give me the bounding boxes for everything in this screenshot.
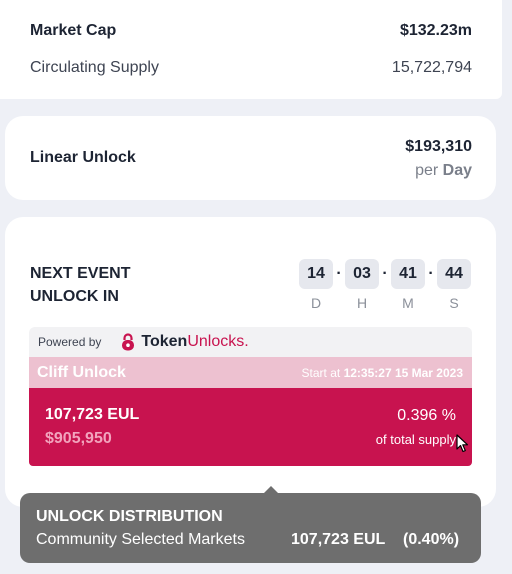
countdown-separator: ·: [428, 265, 434, 282]
next-event-title-line2: UNLOCK IN: [30, 288, 119, 305]
market-cap-label: Market Cap: [30, 22, 117, 39]
countdown-days: 14 D: [299, 259, 333, 311]
tooltip-allocation-name: Community Selected Markets: [36, 531, 245, 548]
powered-by-label: Powered by: [38, 335, 102, 349]
countdown-minutes-label: M: [402, 295, 414, 311]
next-event-title: NEXT EVENT UNLOCK IN: [30, 262, 130, 308]
circulating-supply-value: 15,722,794: [391, 59, 472, 76]
tooltip-allocation-value: 107,723 EUL: [291, 531, 386, 548]
countdown-timer: 14 D · 03 H · 41 M · 44 S: [299, 259, 471, 311]
countdown-minutes: 41 M: [391, 259, 425, 311]
linear-unlock-rate: per Day: [405, 162, 472, 180]
tooltip-title: UNLOCK DISTRIBUTION: [36, 508, 223, 525]
per-prefix: per: [415, 162, 439, 179]
circulating-supply-row: Circulating Supply 15,722,794: [30, 59, 472, 77]
cliff-start-time: Start at 12:35:27 15 Mar 2023: [302, 366, 463, 380]
page-background-edge: [502, 0, 512, 574]
next-event-card: NEXT EVENT UNLOCK IN 14 D · 03 H · 41 M …: [5, 217, 496, 507]
linear-unlock-label: Linear Unlock: [30, 149, 136, 166]
next-event-title-line1: NEXT EVENT: [30, 265, 131, 282]
linear-unlock-card: Linear Unlock $193,310 per Day: [5, 116, 496, 200]
cliff-unlock-bar[interactable]: 107,723 EUL $905,950 0.396 % of total su…: [29, 388, 472, 466]
brand-token: Token: [141, 333, 188, 350]
linear-unlock-value: $193,310 per Day: [405, 138, 472, 180]
cliff-unlock-percent: 0.396 %: [397, 407, 456, 424]
cliff-start-value: 12:35:27 15 Mar 2023: [343, 365, 463, 380]
brand-unlocks: Unlocks.: [187, 333, 249, 350]
countdown-hours: 03 H: [345, 259, 379, 311]
countdown-separator: ·: [382, 265, 388, 282]
circulating-supply-label: Circulating Supply: [30, 59, 159, 76]
cliff-unlock-title: Cliff Unlock: [37, 363, 126, 381]
tooltip-arrow: [264, 486, 278, 493]
countdown-days-label: D: [310, 295, 322, 311]
mouse-cursor-icon: [456, 434, 469, 453]
countdown-days-value: 14: [299, 259, 333, 289]
cliff-unlock-usd: $905,950: [45, 430, 112, 447]
unlock-distribution-tooltip: UNLOCK DISTRIBUTION Community Selected M…: [20, 486, 481, 563]
countdown-seconds-value: 44: [437, 259, 471, 289]
tooltip-allocation-percent: (0.40%): [403, 531, 460, 548]
lock-icon: [122, 333, 135, 351]
market-cap-value: $132.23m: [399, 22, 472, 39]
countdown-minutes-value: 41: [391, 259, 425, 289]
linear-unlock-amount: $193,310: [405, 138, 472, 155]
cliff-unlock-amount: 107,723 EUL: [45, 406, 140, 423]
cliff-unlock-header: Cliff Unlock Start at 12:35:27 15 Mar 20…: [29, 357, 472, 388]
cliff-unlock-percent-label: of total supply: [375, 432, 456, 447]
countdown-seconds: 44 S: [437, 259, 471, 311]
per-unit: Day: [442, 162, 472, 179]
countdown-hours-label: H: [356, 295, 368, 311]
market-stats-card: Market Cap $132.23m Circulating Supply 1…: [0, 0, 502, 99]
market-cap-row: Market Cap $132.23m: [30, 22, 472, 40]
tokenunlocks-logo[interactable]: Token Unlocks.: [121, 333, 249, 351]
powered-by-bar: Powered by Token Unlocks.: [29, 327, 472, 357]
countdown-separator: ·: [336, 265, 342, 282]
countdown-seconds-label: S: [449, 295, 459, 311]
countdown-hours-value: 03: [345, 259, 379, 289]
cliff-start-prefix: Start at: [301, 365, 341, 380]
